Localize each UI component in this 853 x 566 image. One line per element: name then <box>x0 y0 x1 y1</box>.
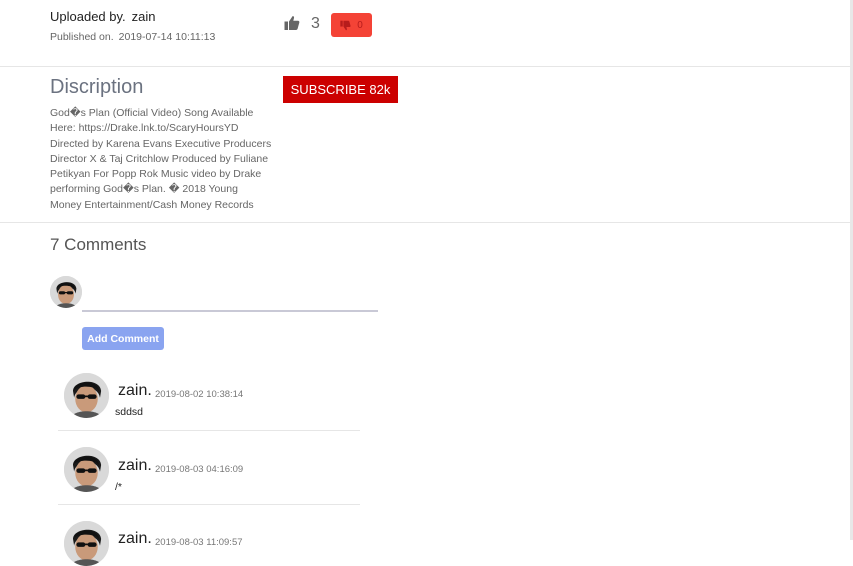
comments-count-title: 7 Comments <box>50 235 147 254</box>
thumbs-down-icon <box>340 20 351 30</box>
comment-input[interactable] <box>82 288 378 312</box>
published-label: Published on. <box>50 31 114 43</box>
uploader-line: Uploaded by. zain <box>50 9 156 24</box>
comment-separator <box>58 504 360 505</box>
avatar <box>64 373 109 418</box>
description-text: God�s Plan (Official Video) Song Availab… <box>50 107 272 211</box>
avatar <box>64 521 109 566</box>
comment-date: 2019-08-03 04:16:09 <box>155 464 244 475</box>
published-line: Published on. 2019-07-14 10:11:13 <box>50 31 215 43</box>
comment-author: zain. <box>118 382 152 399</box>
comment-date: 2019-08-03 11:09:57 <box>155 537 243 548</box>
comment-text: /* <box>115 481 123 493</box>
dislike-count: 0 <box>357 19 363 31</box>
comment-date: 2019-08-02 10:38:14 <box>155 389 244 400</box>
comment-author: zain. <box>118 457 152 474</box>
comment-author: zain. <box>118 530 152 547</box>
divider <box>0 222 850 223</box>
like-count: 3 <box>311 15 320 32</box>
add-comment-button[interactable]: Add Comment <box>82 327 164 350</box>
comment-separator <box>58 430 360 431</box>
published-date: 2019-07-14 10:11:13 <box>118 31 216 43</box>
avatar <box>64 447 109 492</box>
comment-text: sddsd <box>115 406 144 418</box>
uploader-name[interactable]: zain <box>132 9 156 24</box>
uploaded-by-label: Uploaded by. <box>50 9 126 24</box>
divider <box>0 66 850 67</box>
description-title: Discription <box>50 76 144 98</box>
subscribe-button[interactable]: SUBSCRIBE 82k <box>283 76 398 103</box>
avatar <box>50 276 82 308</box>
thumbs-up-icon[interactable] <box>284 15 300 31</box>
dislike-button[interactable]: 0 <box>331 13 372 37</box>
